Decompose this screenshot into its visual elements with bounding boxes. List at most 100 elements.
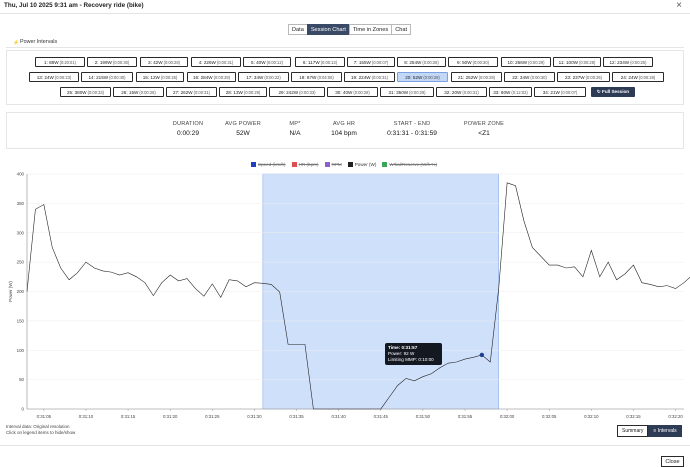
interval-duration: (0:00:26) — [160, 74, 178, 80]
interval-button[interactable]: 28: 13W (0:00:29) — [219, 87, 267, 97]
power-chart-svg[interactable]: 0 50 100 150 200 250 300 350 400 0:31:05 0:31:10 0:… — [6, 155, 690, 425]
interval-button[interactable]: 7: 155W (0:00:07) — [347, 57, 395, 67]
interval-button[interactable]: 6: 117W (0:00:13) — [295, 57, 345, 67]
x-tick-label: 0:32:10 — [584, 414, 599, 419]
close-button[interactable]: Close — [661, 456, 684, 467]
summary-button[interactable]: Summary — [617, 425, 649, 437]
interval-button[interactable]: 26: 15W (0:00:28) — [113, 87, 164, 97]
power-intervals-header: ⚡ Power Intervals — [6, 39, 684, 48]
interval-button[interactable]: 23: 237W (0:00:25) — [557, 72, 610, 82]
interval-button[interactable]: 24: 24W (0:00:28) — [612, 72, 664, 82]
interval-duration: (0:00:29) — [243, 89, 261, 95]
x-tick-label: 0:31:50 — [416, 414, 431, 419]
interval-button[interactable]: 12: 234W (0:00:25) — [603, 57, 653, 67]
window-titlebar: Thu, Jul 10 2025 9:31 am - Recovery ride… — [0, 0, 690, 14]
stat-value: <Z1 — [478, 130, 490, 137]
interval-button[interactable]: 17: 34W (0:00:22) — [238, 72, 289, 82]
legend-item-speed[interactable]: Speed (km/h) — [251, 162, 286, 167]
interval-button[interactable]: 34: 21W (0:00:07) — [534, 87, 586, 97]
y-tick-label: 100 — [17, 348, 25, 353]
intervals-button[interactable]: ≡ Intervals — [648, 425, 682, 437]
close-icon[interactable]: × — [676, 0, 682, 11]
interval-label: 28: 13W — [225, 89, 243, 95]
legend-item-power[interactable]: Power (W) — [347, 162, 376, 167]
stat-label: POWER ZONE — [463, 121, 505, 127]
interval-label: 30: 40W — [335, 89, 353, 95]
interval-duration: (0:00:13) — [320, 59, 338, 65]
legend-swatch — [251, 162, 256, 167]
interval-duration: (0:00:30) — [472, 59, 489, 65]
interval-button[interactable]: 22: 34W (0:00:30) — [504, 72, 555, 82]
y-tick-label: 200 — [17, 289, 25, 294]
interval-button[interactable]: 9: 50W (0:00:30) — [448, 57, 498, 67]
interval-label: 29: 242W — [278, 89, 299, 95]
legend-item-hr[interactable]: HR (bpm) — [291, 162, 319, 167]
interval-button[interactable]: 5: 40W (0:00:12) — [243, 57, 291, 67]
interval-button[interactable]: 29: 242W (0:00:33) — [269, 87, 325, 97]
legend-item-rpm[interactable]: RPM — [324, 162, 342, 167]
interval-button[interactable]: 16: 284W (0:00:29) — [187, 72, 236, 82]
y-tick-label: 350 — [17, 201, 25, 206]
interval-duration: (0:20:01) — [59, 59, 76, 65]
interval-button[interactable]: 14: 215W (0:00:40) — [81, 72, 133, 82]
full-session-button[interactable]: ↻ Full Session — [591, 87, 635, 97]
interval-button[interactable]: 18: 87W (0:04:06) — [291, 72, 342, 82]
interval-button[interactable]: 13: 24W (0:00:23) — [29, 72, 79, 82]
tab-time-in-zones[interactable]: Time in Zones — [348, 24, 393, 35]
y-tick-label: 300 — [17, 230, 25, 235]
interval-button[interactable]: 8: 254W (0:00:28) — [397, 57, 446, 67]
interval-button[interactable]: 4: 226W (0:00:31) — [191, 57, 241, 67]
stat-avg-power: AVG POWER 52W — [218, 121, 268, 137]
tooltip-mmp: Limiting MMP: 0:10:00 — [388, 357, 434, 362]
interval-button[interactable]: 15: 12W (0:00:26) — [136, 72, 184, 82]
interval-label: 12: 234W — [609, 59, 630, 65]
y-tick-label: 0 — [22, 407, 25, 412]
interval-button[interactable]: 32: 20W (0:00:31) — [436, 87, 487, 97]
chart-footnote: Interval data: Original resolution Click… — [6, 424, 75, 436]
interval-label: 6: 117W — [302, 59, 320, 65]
stat-value: 0:31:31 - 0:31:59 — [387, 130, 437, 137]
interval-button[interactable]: 19: 224W (0:00:31) — [344, 72, 395, 82]
x-tick-label: 0:31:40 — [331, 414, 346, 419]
tab-data[interactable]: Data — [288, 24, 308, 35]
interval-button[interactable]: 11: 100W (0:00:28) — [553, 57, 601, 67]
interval-button[interactable]: 25: 380W (0:00:33) — [60, 87, 111, 97]
interval-button[interactable]: 10: 266W (0:00:29) — [501, 57, 551, 67]
interval-button[interactable]: 27: 262W (0:00:31) — [166, 87, 217, 97]
legend-label: HR (bpm) — [298, 162, 319, 167]
interval-duration: (0:00:12) — [266, 59, 283, 65]
interval-label: 18: 87W — [299, 74, 317, 80]
tab-chat[interactable]: Chat — [391, 24, 412, 35]
legend-swatch — [324, 162, 330, 167]
interval-label: 32: 20W — [444, 89, 462, 95]
interval-duration: (0:00:31) — [216, 59, 234, 65]
interval-label: 25: 380W — [66, 89, 87, 95]
interval-button[interactable]: 21: 252W (0:00:29) — [451, 72, 502, 82]
interval-button[interactable]: 20: 52W (0:00:29) — [397, 72, 448, 82]
interval-label: 16: 284W — [192, 74, 213, 80]
stat-label: START - END — [393, 121, 431, 127]
interval-button[interactable]: 2: 199W (0:00:30) — [87, 57, 137, 67]
legend-item-wbal[interactable]: W'bal/Reserve (W/h %) — [382, 162, 437, 167]
x-tick-label: 0:32:05 — [542, 414, 557, 419]
interval-duration: (0:00:25) — [585, 74, 603, 80]
session-chart[interactable]: Speed (km/h) HR (bpm) RPM Power (W) W'ba… — [6, 155, 690, 425]
interval-button[interactable]: 1: 88W (0:20:01) — [35, 57, 85, 67]
interval-label: 5: 40W — [251, 59, 266, 65]
interval-button[interactable]: 31: 350W (0:00:29) — [380, 87, 434, 97]
interval-label: 26: 15W — [121, 89, 139, 95]
interval-label: 14: 215W — [88, 74, 109, 80]
stat-value: 0:00:29 — [177, 130, 199, 137]
interval-button[interactable]: 33: 60W (0:12:02) — [489, 87, 532, 97]
tab-session-chart[interactable]: Session Chart — [306, 24, 350, 35]
interval-label: 3: 42W — [148, 59, 163, 65]
interval-duration: (0:00:29) — [409, 89, 426, 95]
interval-label: 21: 252W — [457, 74, 478, 80]
x-tick-label: 0:31:15 — [121, 414, 136, 419]
x-tick-label: 0:32:15 — [626, 414, 641, 419]
interval-button[interactable]: 30: 40W (0:00:28) — [327, 87, 378, 97]
interval-label: 2: 199W — [94, 59, 112, 65]
interval-duration: (0:00:28) — [578, 59, 596, 65]
x-tick-label: 0:31:05 — [37, 414, 52, 419]
interval-button[interactable]: 3: 42W (0:00:28) — [140, 57, 188, 67]
